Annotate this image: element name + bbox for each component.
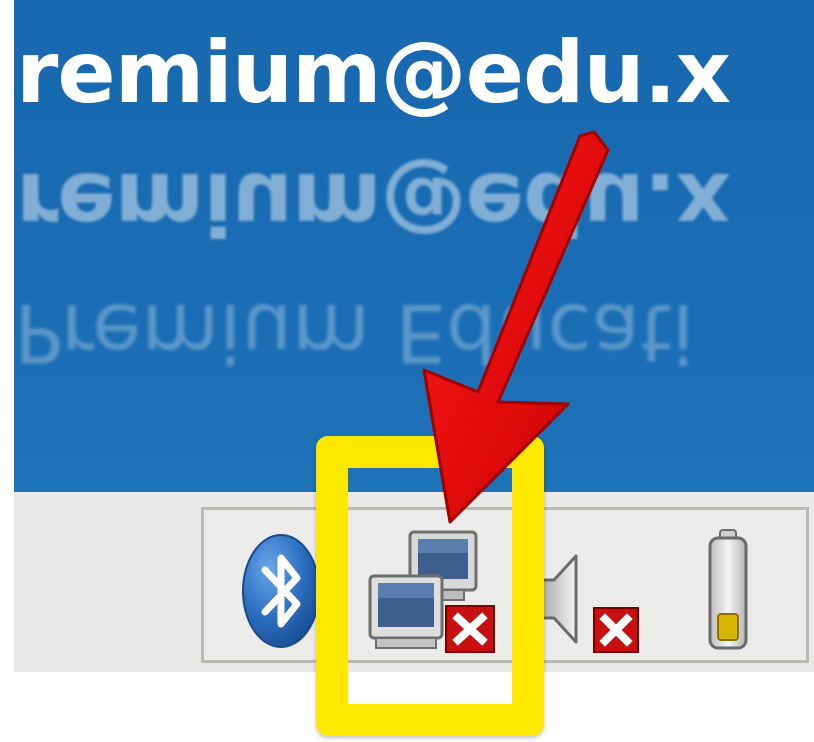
red-arrow-annotation	[422, 130, 610, 524]
